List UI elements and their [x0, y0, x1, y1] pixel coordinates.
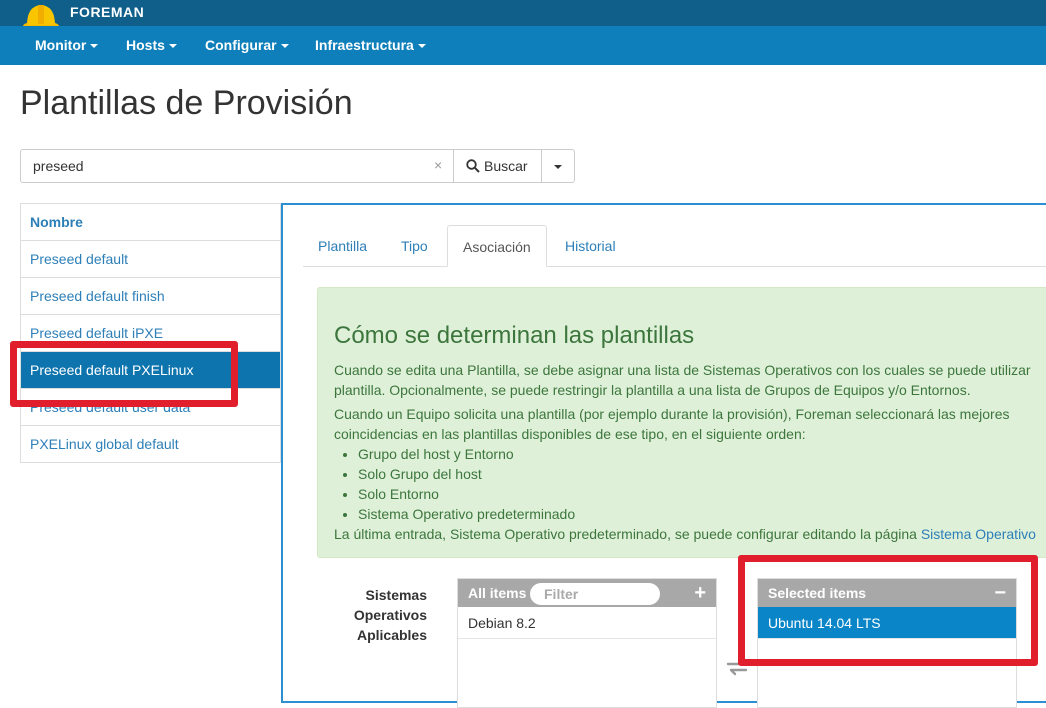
list-item[interactable]: PXELinux global default	[20, 426, 281, 463]
os-field-label: Sistemas Operativos Aplicables	[353, 587, 427, 643]
list-item: Grupo del host y Entorno	[358, 444, 575, 464]
brand-name[interactable]: FOREMAN	[70, 4, 144, 20]
alert-footer: La última entrada, Sistema Operativo pre…	[334, 526, 1036, 542]
nav-configurar[interactable]: Configurar	[205, 26, 289, 65]
list-item: Solo Entorno	[358, 484, 575, 504]
list-item: Solo Grupo del host	[358, 464, 575, 484]
chevron-down-icon	[90, 44, 99, 49]
editor-tabs: Plantilla Tipo Asociación Historial	[303, 225, 1046, 267]
clear-search-icon[interactable]: ×	[434, 157, 442, 173]
alert-title: Cómo se determinan las plantillas	[334, 322, 695, 349]
column-header-nombre[interactable]: Nombre	[20, 203, 281, 241]
alert-paragraph: Cuando un Equipo solicita una plantilla …	[334, 406, 1010, 442]
tab-asociacion[interactable]: Asociación	[447, 225, 547, 267]
annotation-highlight	[738, 555, 1038, 666]
chevron-down-icon	[554, 165, 562, 169]
all-items-header: All items Filter +	[458, 579, 716, 607]
template-list: Nombre Preseed default Preseed default f…	[20, 203, 281, 463]
list-item[interactable]: Preseed default finish	[20, 278, 281, 315]
search-bookmarks-dropdown[interactable]	[541, 149, 575, 183]
filter-input[interactable]: Filter	[530, 583, 660, 605]
search-input[interactable]: preseed	[20, 149, 454, 183]
chevron-down-icon	[168, 44, 177, 49]
alert-paragraph: Cuando se edita una Plantilla, se debe a…	[334, 362, 1031, 398]
tab-historial[interactable]: Historial	[565, 225, 616, 267]
all-items-box: All items Filter + Debian 8.2	[457, 578, 717, 708]
page-title: Plantillas de Provisión	[20, 84, 353, 122]
nav-monitor[interactable]: Monitor	[35, 26, 99, 65]
template-help-alert: Cómo se determinan las plantillas Cuando…	[317, 287, 1046, 558]
tab-plantilla[interactable]: Plantilla	[318, 225, 367, 267]
search-button-label: Buscar	[484, 158, 528, 174]
chevron-down-icon	[417, 44, 426, 49]
search-button[interactable]: Buscar	[453, 149, 542, 183]
list-item: Sistema Operativo predeterminado	[358, 504, 575, 524]
priority-list: Grupo del host y Entorno Solo Grupo del …	[358, 444, 575, 524]
list-item[interactable]: Debian 8.2	[458, 607, 716, 639]
nav-hosts[interactable]: Hosts	[126, 26, 177, 65]
brand-bar: FOREMAN	[0, 0, 1046, 31]
chevron-down-icon	[280, 44, 289, 49]
list-item[interactable]: Preseed default	[20, 241, 281, 278]
nav-infraestructura[interactable]: Infraestructura	[315, 26, 426, 65]
main-navbar: Monitor Hosts Configurar Infraestructura	[0, 26, 1046, 65]
os-page-link[interactable]: Sistema Operativo	[921, 526, 1036, 542]
annotation-highlight	[10, 341, 238, 407]
magnifier-icon	[466, 159, 480, 173]
tab-tipo[interactable]: Tipo	[401, 225, 428, 267]
plus-icon[interactable]: +	[694, 579, 706, 607]
